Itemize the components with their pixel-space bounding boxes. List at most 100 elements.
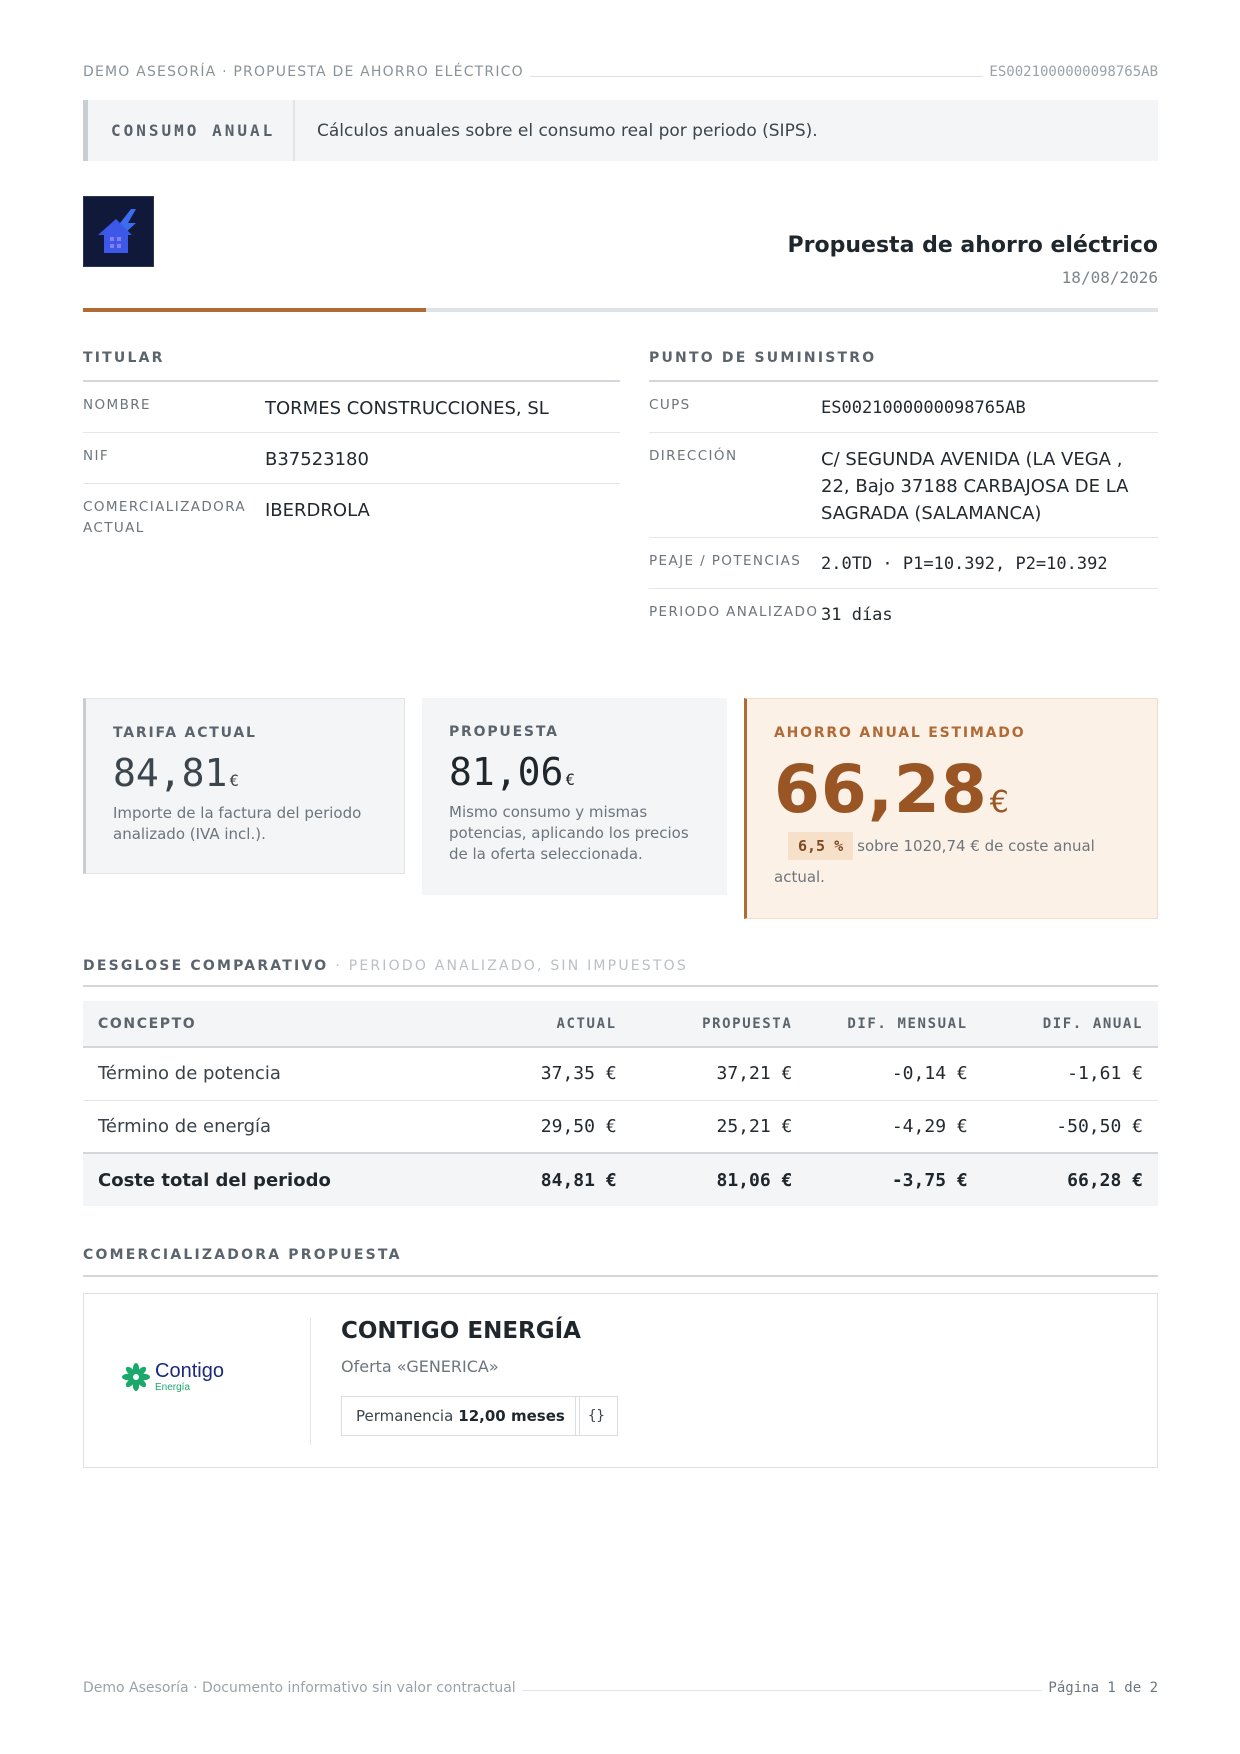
titular-row: NOMBRE TORMES CONSTRUCCIONES, SL [83,382,620,433]
suministro-section: PUNTO DE SUMINISTRO CUPS ES0021000000098… [649,350,1158,639]
titular-nif: B37523180 [265,449,369,470]
titular-heading: TITULAR [83,350,620,382]
permanencia-value: 12,00 meses [458,1407,565,1425]
table-cell: 84,81 € [456,1152,632,1206]
table-cell: -1,61 € [982,1047,1158,1101]
table-row: Término de potencia 37,35 € 37,21 € -0,1… [83,1047,1158,1101]
extra-chip: {} [575,1396,618,1436]
suministro-direccion: C/ SEGUNDA AVENIDA (LA VEGA , 22, Bajo 3… [821,449,1129,524]
table-cell: 25,21 € [631,1100,808,1154]
document-date: 18/08/2026 [1061,268,1158,287]
desglose-section: DESGLOSE COMPARATIVO · PERIODO ANALIZADO… [83,958,1158,1206]
card-description: Mismo consumo y mismas potencias, aplica… [449,803,689,863]
page-number: Página 1 de 2 [1042,1680,1158,1696]
house-lightning-icon [98,209,136,253]
document-title: Propuesta de ahorro eléctrico [787,233,1158,258]
field-label: PEAJE / POTENCIAS [649,553,802,569]
currency: € [989,785,1010,820]
suministro-cups: ES0021000000098765AB [821,398,1026,418]
amount-value: 66,28 [774,751,988,828]
cups-reference: ES0021000000098765AB [983,64,1158,80]
logo-wordmark: Contigo [155,1360,224,1382]
table-cell: Término de potencia [83,1047,457,1101]
permanencia-chip: Permanencia 12,00 meses [341,1396,580,1436]
table-cell: Coste total del periodo [83,1152,457,1206]
header-rule-accent [83,308,426,312]
desglose-subtitle: · PERIODO ANALIZADO, SIN IMPUESTOS [335,958,688,974]
company-logo [83,196,154,267]
titular-section: TITULAR NOMBRE TORMES CONSTRUCCIONES, SL… [83,350,620,549]
table-cell: 29,50 € [456,1100,632,1154]
column-header: DIF. MENSUAL [807,1001,983,1048]
suministro-heading: PUNTO DE SUMINISTRO [649,350,1158,382]
suministro-peaje: 2.0TD · P1=10.392, P2=10.392 [821,554,1108,574]
suministro-row: CUPS ES0021000000098765AB [649,382,1158,433]
table-cell: -4,29 € [807,1100,983,1154]
suministro-row: PERIODO ANALIZADO 31 días [649,589,1158,639]
table-header-row: CONCEPTO ACTUAL PROPUESTA DIF. MENSUAL D… [83,1001,1158,1048]
desglose-heading: DESGLOSE COMPARATIVO · PERIODO ANALIZADO… [83,958,1158,987]
table-cell: 66,28 € [982,1152,1158,1206]
comercializadora-heading: COMERCIALIZADORA PROPUESTA [83,1247,1158,1277]
flower-icon [122,1363,150,1391]
titular-row: NIF B37523180 [83,433,620,484]
field-label: NOMBRE [83,397,151,413]
amount-value: 84,81 [113,751,228,795]
column-header: DIF. ANUAL [982,1001,1158,1048]
field-label: PERIODO ANALIZADO [649,604,819,620]
table-cell: 37,35 € [456,1047,632,1101]
table-row: Término de energía 29,50 € 25,21 € -4,29… [83,1100,1158,1154]
header-rule [83,308,1158,312]
footer-disclaimer: Demo Asesoría · Documento informativo si… [83,1680,522,1696]
card-amount: 66,28€ [774,751,1133,828]
field-label: COMERCIALIZADORA ACTUAL [83,499,247,536]
consumo-banner: CONSUMO ANUAL Cálculos anuales sobre el … [83,100,1158,161]
titular-nombre: TORMES CONSTRUCCIONES, SL [265,398,549,419]
table-total-row: Coste total del periodo 84,81 € 81,06 € … [83,1152,1158,1206]
desglose-title: DESGLOSE COMPARATIVO [83,958,329,974]
document-breadcrumb: DEMO ASESORÍA · PROPUESTA DE AHORRO ELÉC… [83,64,530,80]
card-label: AHORRO ANUAL ESTIMADO [774,725,1026,741]
comercializadora-card: Contigo Energía CONTIGO ENERGÍA Oferta «… [83,1293,1158,1468]
ahorro-detail: 6,5 % sobre 1020,74 € de coste anual [774,828,1133,860]
contigo-logo: Contigo Energía [121,1360,271,1400]
suministro-periodo: 31 días [821,605,893,625]
card-label: TARIFA ACTUAL [113,725,257,741]
table-cell: -50,50 € [982,1100,1158,1154]
column-header: PROPUESTA [631,1001,808,1048]
comercializadora-name: CONTIGO ENERGÍA [341,1318,581,1344]
column-header: CONCEPTO [83,1001,457,1048]
divider [310,1318,311,1445]
table-cell: Término de energía [83,1100,457,1154]
suministro-row: PEAJE / POTENCIAS 2.0TD · P1=10.392, P2=… [649,538,1158,589]
table-cell: 81,06 € [631,1152,808,1206]
currency: € [229,771,240,790]
field-label: DIRECCIÓN [649,448,738,464]
ahorro-base-text: sobre 1020,74 € de coste anual [857,837,1095,855]
page-footer: Demo Asesoría · Documento informativo si… [83,1680,1158,1700]
card-description: Importe de la factura del periodo analiz… [113,804,362,843]
table-cell: 37,21 € [631,1047,808,1101]
field-label: NIF [83,448,110,464]
column-header: ACTUAL [456,1001,632,1048]
card-label: PROPUESTA [449,724,559,740]
top-meta-bar: DEMO ASESORÍA · PROPUESTA DE AHORRO ELÉC… [83,64,1158,84]
logo-subword: Energía [155,1382,191,1393]
card-amount: 84,81 € [113,751,378,795]
page: DEMO ASESORÍA · PROPUESTA DE AHORRO ELÉC… [83,0,1158,1754]
table-cell: -0,14 € [807,1047,983,1101]
suministro-row: DIRECCIÓN C/ SEGUNDA AVENIDA (LA VEGA , … [649,433,1158,538]
permanencia-label: Permanencia [356,1407,454,1425]
offer-name: Oferta «GENERICA» [341,1357,499,1376]
propuesta-card: PROPUESTA 81,06 € Mismo consumo y mismas … [422,698,727,895]
ahorro-card: AHORRO ANUAL ESTIMADO 66,28€ 6,5 % sobre … [744,698,1158,919]
banner-text: Cálculos anuales sobre el consumo real p… [317,120,818,141]
ahorro-percent-badge: 6,5 % [788,832,854,860]
field-label: CUPS [649,397,691,413]
amount-value: 81,06 [449,750,564,794]
currency: € [565,770,576,789]
desglose-table: CONCEPTO ACTUAL PROPUESTA DIF. MENSUAL D… [83,1001,1158,1206]
table-cell: -3,75 € [807,1152,983,1206]
card-amount: 81,06 € [449,750,703,794]
titular-comercializadora: IBERDROLA [265,500,370,521]
